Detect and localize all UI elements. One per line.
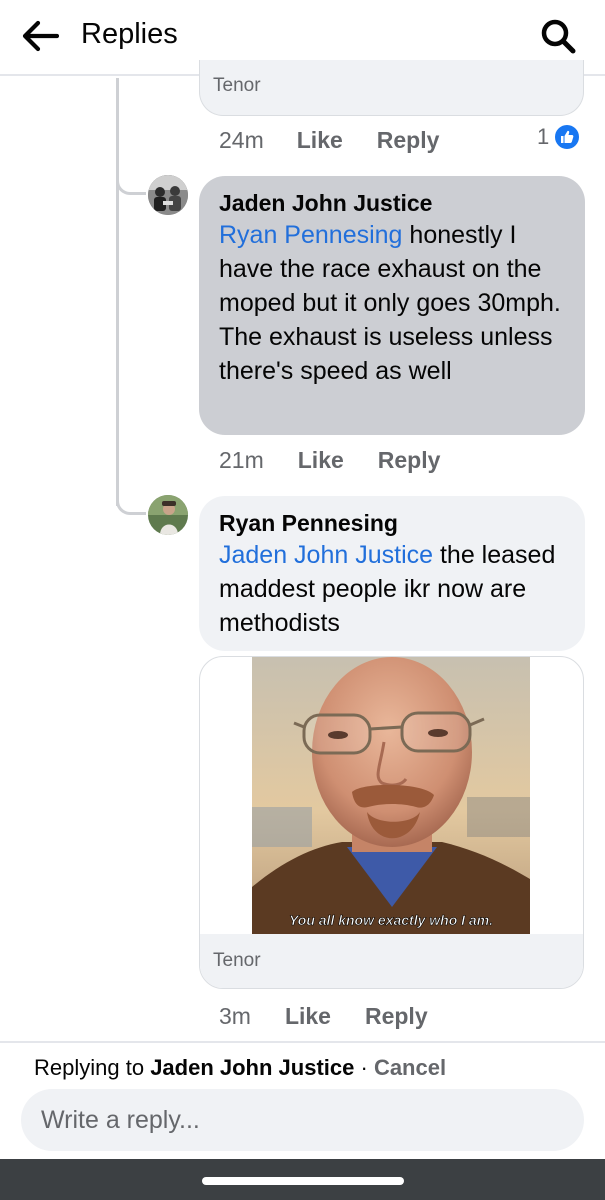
gif-image: You all know exactly who I am.	[252, 657, 530, 934]
thread-line	[116, 78, 119, 506]
like-button[interactable]: Like	[297, 127, 343, 154]
comment-actions: 24m Like Reply	[219, 127, 439, 154]
reply-button[interactable]: Reply	[377, 127, 440, 154]
avatar[interactable]	[148, 175, 188, 215]
mention-link[interactable]: Jaden John Justice	[219, 541, 433, 569]
thread-connector	[116, 160, 146, 195]
avatar[interactable]	[148, 495, 188, 535]
reaction-summary[interactable]: 1	[537, 123, 582, 151]
home-gesture-handle[interactable]	[202, 1177, 404, 1185]
comment-author[interactable]: Ryan Pennesing	[219, 508, 565, 538]
replying-to-notice: Replying to Jaden John Justice · Cancel	[34, 1055, 446, 1081]
system-navigation-bar	[0, 1159, 605, 1200]
like-button[interactable]: Like	[285, 1003, 331, 1030]
gif-caption: You all know exactly who I am.	[289, 912, 493, 928]
reaction-count: 1	[537, 124, 550, 149]
replying-to-name: Jaden John Justice	[150, 1055, 355, 1080]
reply-button[interactable]: Reply	[365, 1003, 428, 1030]
reply-composer: Replying to Jaden John Justice · Cancel	[0, 1041, 605, 1159]
thread-connector	[116, 470, 146, 515]
previous-gif-card[interactable]: Tenor	[199, 60, 584, 116]
avatar-image	[148, 495, 188, 535]
gif-card[interactable]: You all know exactly who I am. Tenor	[199, 656, 584, 989]
separator: ·	[354, 1055, 374, 1080]
search-icon	[541, 19, 576, 54]
comment-bubble[interactable]: Ryan Pennesing Jaden John Justice the le…	[199, 496, 585, 651]
comment-actions: 21m Like Reply	[219, 447, 440, 474]
search-button[interactable]	[534, 12, 582, 60]
like-button[interactable]: Like	[298, 447, 344, 474]
like-reaction-icon	[553, 123, 582, 151]
comment-time: 3m	[219, 1003, 251, 1029]
replying-prefix: Replying to	[34, 1055, 151, 1080]
gif-source-label: Tenor	[213, 950, 261, 971]
mention-link[interactable]: Ryan Pennesing	[219, 221, 402, 249]
gif-source-label: Tenor	[213, 75, 261, 96]
avatar-image	[148, 175, 188, 215]
comment-actions: 3m Like Reply	[219, 1003, 428, 1030]
reply-button[interactable]: Reply	[378, 447, 441, 474]
page-title: Replies	[81, 18, 178, 50]
comment-author[interactable]: Jaden John Justice	[219, 188, 565, 218]
comment-time: 21m	[219, 447, 264, 473]
comment-text: Ryan Pennesing honestly I have the race …	[219, 218, 565, 388]
back-button[interactable]	[18, 14, 62, 58]
cancel-button[interactable]: Cancel	[374, 1055, 446, 1080]
gif-footer: Tenor	[200, 934, 583, 988]
comment-time: 24m	[219, 127, 264, 153]
reply-input[interactable]	[21, 1089, 584, 1151]
comment-bubble[interactable]: Jaden John Justice Ryan Pennesing honest…	[199, 176, 585, 435]
comment-text: Jaden John Justice the leased maddest pe…	[219, 538, 565, 640]
arrow-left-icon	[22, 20, 59, 52]
